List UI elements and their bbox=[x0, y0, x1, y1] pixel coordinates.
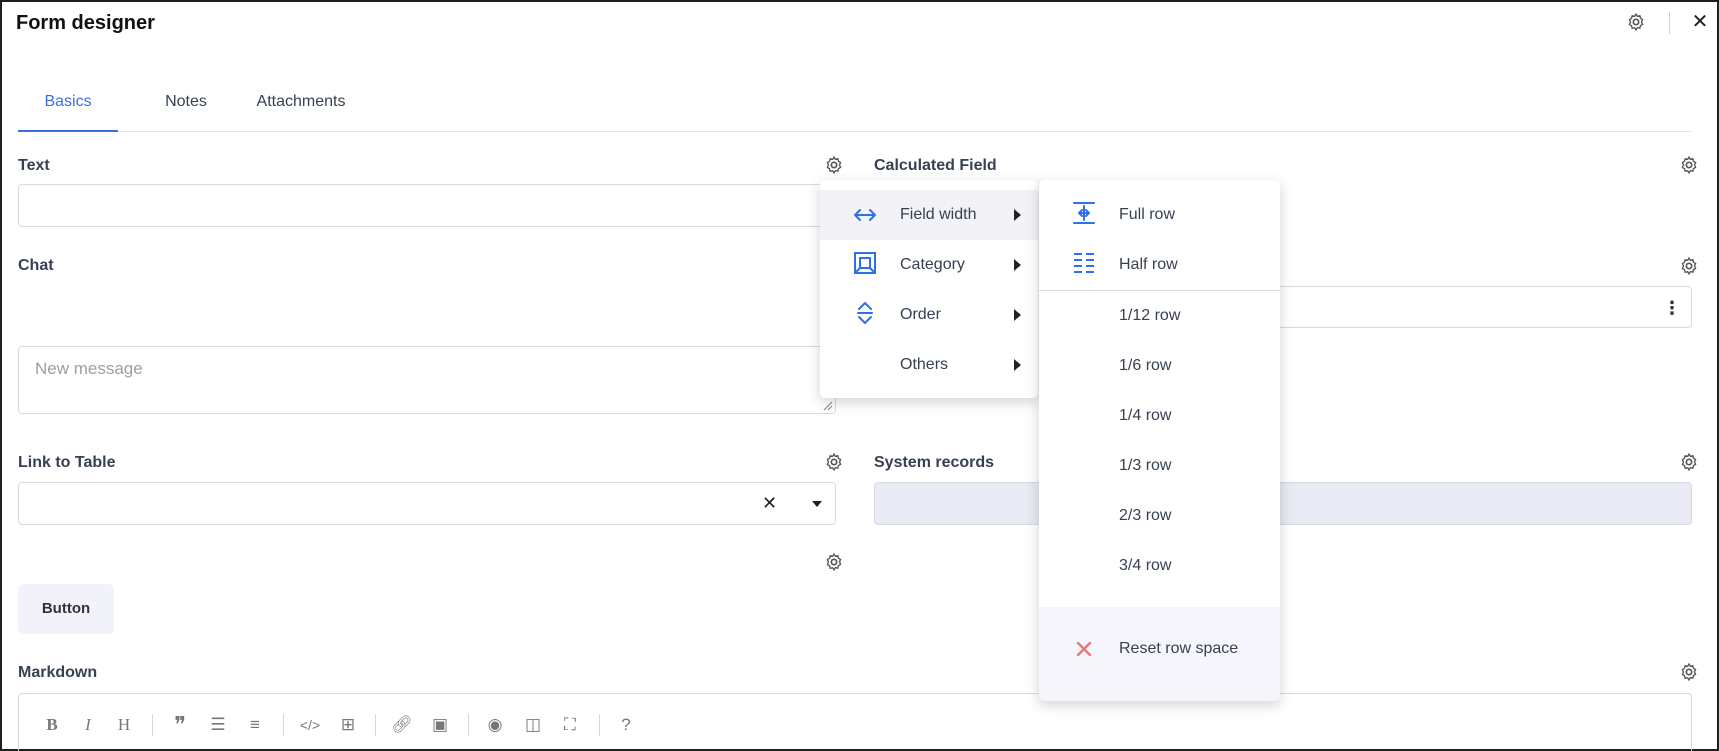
menu-item-label: Order bbox=[900, 306, 941, 323]
field-width-submenu: Full row Half row 1/12 row 1/6 row 1/4 r… bbox=[1039, 180, 1280, 701]
heading-icon[interactable]: H bbox=[113, 714, 135, 736]
link-to-table-select[interactable]: ✕ bbox=[18, 482, 836, 525]
form-button[interactable]: Button bbox=[18, 584, 114, 634]
close-icon[interactable]: ✕ bbox=[1689, 11, 1711, 33]
window-title: Form designer bbox=[16, 12, 155, 34]
fullscreen-icon[interactable]: ⛶ bbox=[559, 714, 581, 736]
toolbar-divider bbox=[599, 714, 600, 736]
bullet-list-icon[interactable]: ☰ bbox=[207, 714, 229, 736]
submenu-arrow-icon bbox=[1014, 359, 1021, 371]
field-context-menu: Field width Category Order Others bbox=[820, 180, 1038, 398]
toolbar-divider bbox=[152, 714, 153, 736]
toolbar-divider bbox=[283, 714, 284, 736]
reset-x-icon bbox=[1076, 641, 1092, 657]
submenu-item-1-4[interactable]: 1/4 row bbox=[1039, 391, 1280, 441]
submenu-arrow-icon bbox=[1014, 259, 1021, 271]
code-icon[interactable]: </> bbox=[299, 714, 321, 736]
header-divider bbox=[1669, 12, 1670, 34]
settings-gear-icon[interactable] bbox=[1626, 12, 1646, 32]
submenu-item-half-row[interactable]: Half row bbox=[1039, 240, 1280, 290]
calculated-field-gear-icon[interactable] bbox=[1679, 155, 1699, 175]
menu-item-label: Field width bbox=[900, 206, 977, 223]
menu-item-label: Others bbox=[900, 356, 949, 373]
quote-icon[interactable]: ❞ bbox=[169, 714, 191, 736]
tab-basics[interactable]: Basics bbox=[18, 80, 118, 132]
menu-item-field-width[interactable]: Field width bbox=[820, 190, 1038, 240]
submenu-item-1-12[interactable]: 1/12 row bbox=[1039, 291, 1280, 341]
field-width-icon bbox=[854, 209, 876, 221]
system-records-gear-icon[interactable] bbox=[1679, 452, 1699, 472]
full-row-icon bbox=[1073, 202, 1095, 224]
more-options-icon[interactable]: ⋮ bbox=[1663, 299, 1681, 317]
tab-attachments[interactable]: Attachments bbox=[236, 80, 366, 132]
link-to-table-gear-icon[interactable] bbox=[824, 452, 844, 472]
numbered-list-icon[interactable]: ≡ bbox=[244, 714, 266, 736]
toolbar-divider bbox=[375, 714, 376, 736]
chat-placeholder: New message bbox=[35, 359, 143, 378]
help-icon[interactable]: ? bbox=[615, 714, 637, 736]
text-field-label: Text bbox=[18, 157, 50, 174]
text-input[interactable] bbox=[18, 184, 836, 227]
submenu-item-full-row[interactable]: Full row bbox=[1039, 190, 1280, 240]
submenu-item-label: Half row bbox=[1119, 256, 1178, 273]
side-by-side-icon[interactable]: ◫ bbox=[522, 714, 544, 736]
menu-item-label: Category bbox=[900, 256, 965, 273]
tab-notes[interactable]: Notes bbox=[136, 80, 236, 132]
submenu-item-label: 1/4 row bbox=[1119, 407, 1172, 424]
submenu-item-3-4[interactable]: 3/4 row bbox=[1039, 541, 1280, 591]
order-icon bbox=[857, 301, 873, 325]
right-field-input[interactable]: ⋮ bbox=[1242, 286, 1692, 328]
submenu-item-label: 1/12 row bbox=[1119, 307, 1181, 324]
half-row-icon bbox=[1074, 253, 1094, 273]
submenu-arrow-icon bbox=[1014, 309, 1021, 321]
bold-icon[interactable]: B bbox=[41, 714, 63, 736]
menu-item-category[interactable]: Category bbox=[820, 240, 1038, 290]
image-icon[interactable]: ▣ bbox=[429, 714, 451, 736]
text-field-gear-icon[interactable] bbox=[824, 155, 844, 175]
table-icon[interactable]: ⊞ bbox=[337, 714, 359, 736]
submenu-item-1-6[interactable]: 1/6 row bbox=[1039, 341, 1280, 391]
menu-item-others[interactable]: Others bbox=[820, 340, 1038, 390]
link-to-table-label: Link to Table bbox=[18, 454, 116, 471]
link-icon[interactable]: 🔗︎ bbox=[391, 714, 413, 736]
markdown-field-label: Markdown bbox=[18, 664, 98, 681]
system-records-label: System records bbox=[874, 454, 995, 471]
toolbar-divider bbox=[468, 714, 469, 736]
resize-handle-icon[interactable] bbox=[821, 399, 833, 411]
button-field-gear-icon[interactable] bbox=[824, 552, 844, 572]
form-designer-window: Form designer ✕ Basics Notes Attachments… bbox=[0, 0, 1719, 751]
right-field-gear-icon[interactable] bbox=[1679, 256, 1699, 276]
submenu-arrow-icon bbox=[1014, 209, 1021, 221]
submenu-item-label: Reset row space bbox=[1119, 640, 1239, 657]
clear-icon[interactable]: ✕ bbox=[762, 493, 777, 514]
submenu-item-label: Full row bbox=[1119, 206, 1176, 223]
system-records-input[interactable] bbox=[874, 482, 1692, 525]
markdown-editor-toolbar: B I H ❞ ☰ ≡ </> ⊞ 🔗︎ ▣ ◉ ◫ ⛶ ? bbox=[18, 693, 1692, 751]
tab-bar: Basics Notes Attachments bbox=[18, 80, 1692, 132]
submenu-item-label: 1/3 row bbox=[1119, 457, 1172, 474]
chevron-down-icon[interactable] bbox=[812, 501, 822, 507]
category-icon bbox=[854, 252, 876, 274]
preview-icon[interactable]: ◉ bbox=[484, 714, 506, 736]
chat-message-input[interactable]: New message bbox=[18, 346, 836, 414]
italic-icon[interactable]: I bbox=[77, 714, 99, 736]
submenu-item-label: 3/4 row bbox=[1119, 557, 1172, 574]
markdown-field-gear-icon[interactable] bbox=[1679, 662, 1699, 682]
submenu-item-label: 1/6 row bbox=[1119, 357, 1172, 374]
submenu-item-2-3[interactable]: 2/3 row bbox=[1039, 491, 1280, 541]
submenu-item-reset-row-space[interactable]: Reset row space bbox=[1039, 624, 1280, 674]
chat-field-label: Chat bbox=[18, 257, 54, 274]
calculated-field-label: Calculated Field bbox=[874, 157, 997, 174]
submenu-item-label: 2/3 row bbox=[1119, 507, 1172, 524]
menu-item-order[interactable]: Order bbox=[820, 290, 1038, 340]
submenu-item-1-3[interactable]: 1/3 row bbox=[1039, 441, 1280, 491]
